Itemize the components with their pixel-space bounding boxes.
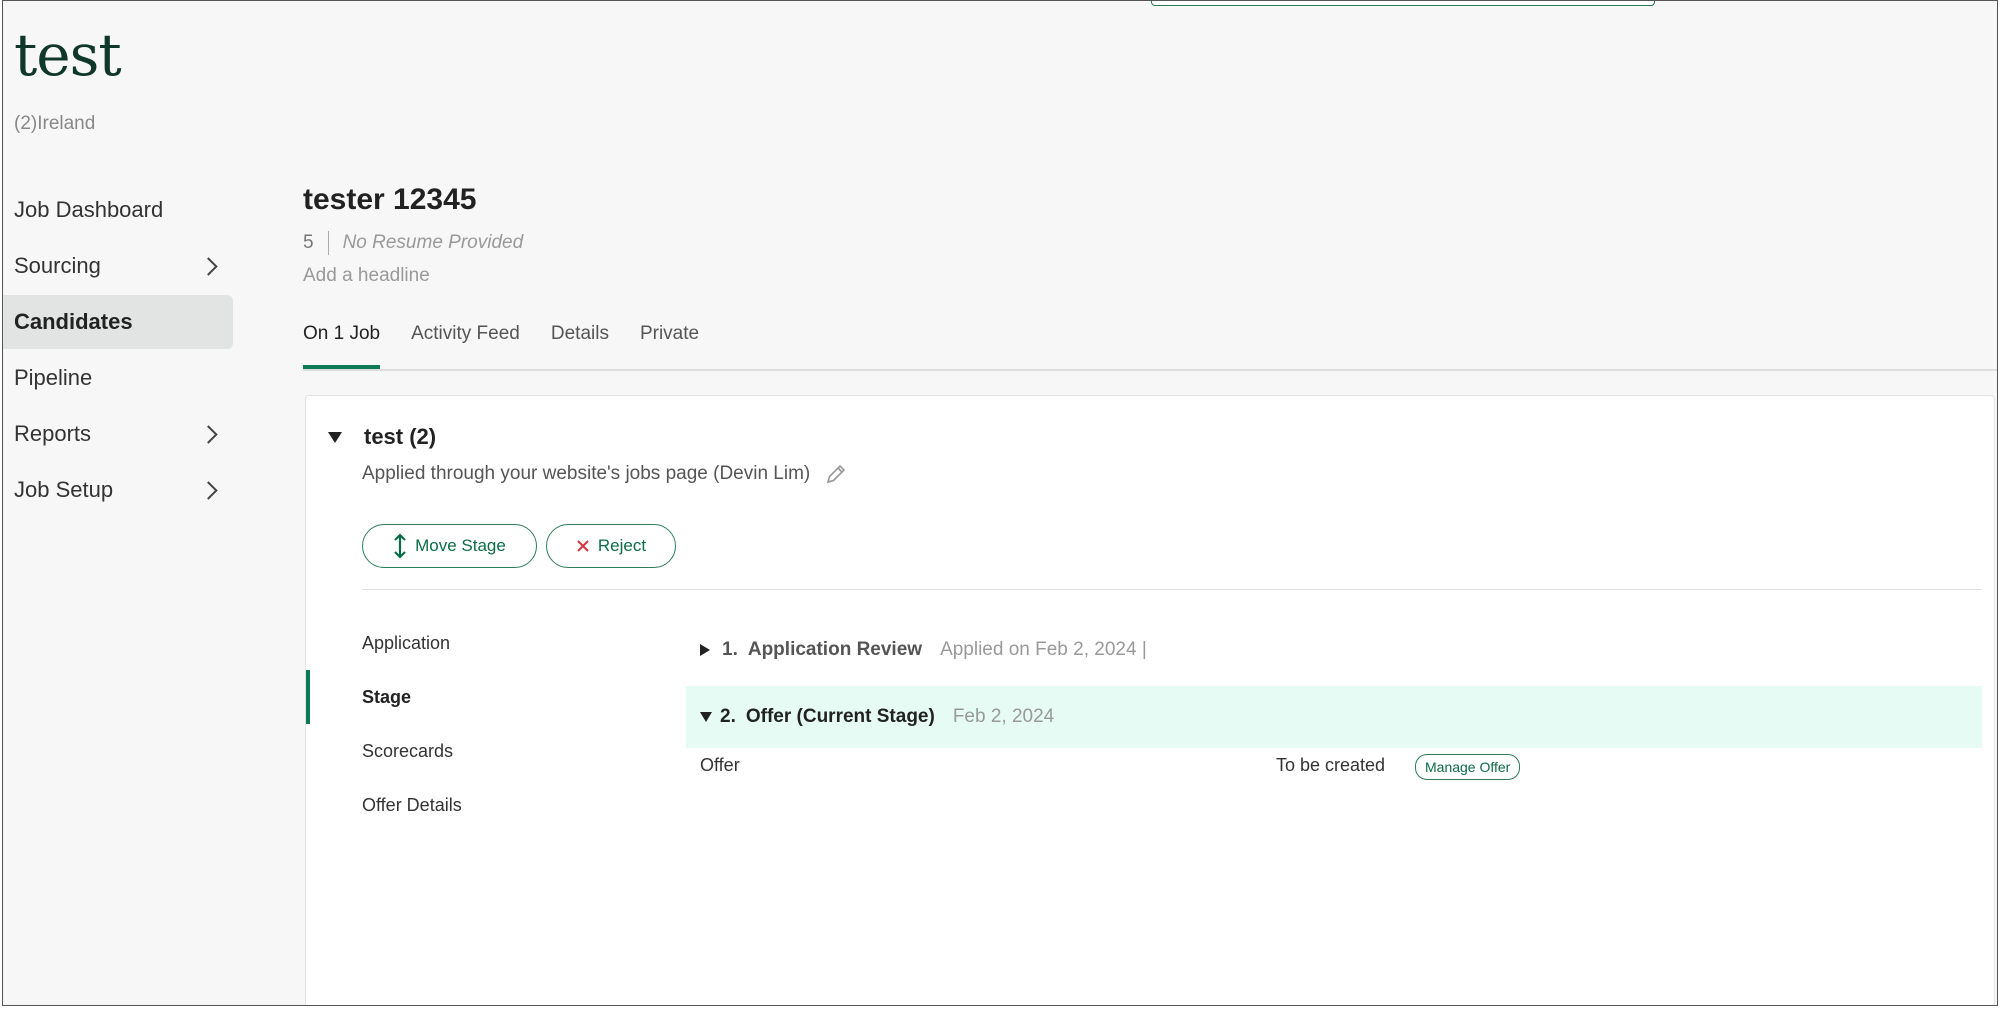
tab-private[interactable]: Private — [640, 319, 699, 367]
job-location: (2)Ireland — [14, 113, 96, 134]
sidebar-item-label: Reports — [14, 421, 92, 446]
move-stage-button[interactable]: Move Stage — [362, 524, 537, 568]
application-source: Applied through your website's jobs page… — [362, 462, 848, 486]
tab-on-1-job[interactable]: On 1 Job — [303, 319, 381, 369]
offer-label: Offer — [700, 755, 740, 775]
stage-name: Offer (Current Stage) — [745, 706, 935, 727]
caret-right-icon — [700, 644, 710, 656]
resume-status: No Resume Provided — [342, 232, 524, 253]
subnav-application[interactable]: Application — [306, 616, 606, 670]
toast-banner — [1151, 1, 1655, 6]
job-title: test — [14, 21, 122, 89]
close-icon — [577, 540, 589, 552]
candidate-name: tester 12345 — [303, 183, 477, 216]
sidebar-item-label: Job Setup — [14, 477, 114, 502]
chevron-right-icon — [199, 424, 218, 444]
chevron-right-icon — [199, 480, 218, 500]
sidebar-item-job-setup[interactable]: Job Setup — [3, 463, 233, 517]
candidate-tabs: On 1 Job Activity Feed Details Private — [303, 319, 1997, 371]
app-window: test (2)Ireland Job Dashboard Sourcing C… — [2, 0, 1998, 1006]
sidebar-item-reports[interactable]: Reports — [3, 407, 233, 461]
move-stage-label: Move Stage — [415, 536, 506, 555]
application-card: test (2) Applied through your website's … — [305, 395, 1995, 1005]
sidebar-item-job-dashboard[interactable]: Job Dashboard — [3, 183, 233, 237]
chevron-right-icon — [199, 256, 218, 276]
candidate-meta: 5 No Resume Provided — [303, 231, 523, 255]
tab-activity-feed[interactable]: Activity Feed — [411, 319, 520, 367]
subnav-offer-details[interactable]: Offer Details — [306, 778, 606, 832]
sidebar-item-label: Job Dashboard — [14, 197, 164, 222]
add-headline-link[interactable]: Add a headline — [303, 265, 430, 287]
pencil-icon[interactable] — [824, 462, 848, 486]
offer-row: Offer To be created Manage Offer — [698, 749, 1898, 785]
reject-button[interactable]: Reject — [546, 524, 676, 568]
reject-label: Reject — [597, 536, 647, 555]
application-title: test (2) — [364, 424, 437, 449]
candidate-count: 5 — [303, 232, 314, 253]
subnav-scorecards[interactable]: Scorecards — [306, 724, 606, 778]
vertical-arrows-icon — [394, 533, 406, 559]
section-divider — [362, 589, 1982, 590]
stage-number: 1. — [722, 639, 738, 660]
tab-details[interactable]: Details — [551, 319, 609, 367]
subnav-stage[interactable]: Stage — [306, 670, 606, 724]
stage-name: Application Review — [747, 639, 923, 660]
stage-date: Feb 2, 2024 — [952, 706, 1055, 727]
sidebar-item-label: Pipeline — [14, 365, 93, 390]
offer-status: To be created — [1276, 755, 1386, 775]
sidebar-item-label: Sourcing — [14, 253, 101, 278]
application-subnav: Application Stage Scorecards Offer Detai… — [306, 616, 606, 832]
sidebar-nav: Job Dashboard Sourcing Candidates Pipeli… — [3, 183, 233, 519]
application-source-text: Applied through your website's jobs page… — [362, 463, 811, 484]
sidebar-item-candidates[interactable]: Candidates — [3, 295, 233, 349]
stage-row-current[interactable]: 2. Offer (Current Stage) Feb 2, 2024 — [686, 686, 1982, 748]
sidebar-item-label: Candidates — [14, 309, 133, 334]
caret-down-icon — [700, 712, 712, 722]
stage-row[interactable]: 1. Application Review Applied on Feb 2, … — [686, 619, 1982, 681]
sidebar-item-sourcing[interactable]: Sourcing — [3, 239, 233, 293]
stage-number: 2. — [720, 706, 736, 727]
manage-offer-button[interactable]: Manage Offer — [1415, 754, 1521, 780]
application-header[interactable]: test (2) — [328, 424, 436, 450]
sidebar-item-pipeline[interactable]: Pipeline — [3, 351, 233, 405]
meta-divider — [327, 231, 329, 255]
stage-date: Applied on Feb 2, 2024 | — [940, 639, 1147, 660]
caret-down-icon[interactable] — [328, 431, 342, 443]
